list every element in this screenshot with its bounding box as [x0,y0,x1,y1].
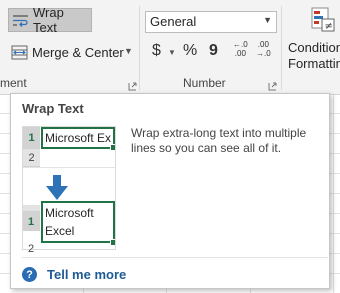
wrap-text-icon [12,13,29,28]
currency-dropdown-arrow[interactable]: ▼ [168,48,176,57]
tooltip-divider [22,257,328,258]
number-launcher-icon[interactable] [268,78,277,91]
currency-button[interactable]: $ [152,42,161,60]
tooltip-description: Wrap extra-long text into multiple lines… [131,126,307,155]
row-header: 2 [27,243,35,255]
fill-handle [110,144,115,151]
wrapped-line-1: Microsoft [45,206,94,220]
row-header: 2 [23,149,40,167]
row-header: 1 [27,216,35,228]
chevron-down-icon: ▼ [263,15,272,25]
increase-decimal-bottom: .00 [234,49,246,58]
tooltip-title: Wrap Text [22,101,84,116]
merge-center-label: Merge & Center [32,44,124,60]
alignment-launcher-icon[interactable] [128,78,137,91]
tell-me-more-link[interactable]: ? Tell me more [22,267,126,282]
cell-after-wrap: Microsoft Excel [41,201,115,243]
number-format-value: General [150,14,197,29]
alignment-group-label: ment [0,76,27,90]
increase-decimal-top: ←.0 [233,40,248,49]
conditional-formatting-icon[interactable]: ≠ [310,6,336,34]
group-separator [281,6,282,90]
wrap-text-label: Wrap Text [33,5,64,35]
percent-button[interactable]: % [183,42,197,60]
wrap-text-illustration: 1 2 Microsoft Ex Microsoft Excel [22,126,116,250]
conditional-formatting-label-2[interactable]: Formattin [288,56,340,71]
merge-center-button[interactable]: Merge & Center [8,40,124,64]
number-group-label: Number [183,76,226,90]
grid-line [333,95,334,293]
wrap-text-tooltip: Wrap Text 1 2 Microsoft Ex Microsoft Exc… [10,93,330,289]
merge-center-icon [11,45,28,60]
group-separator [139,6,140,90]
cell-before-wrap: Microsoft Ex [41,127,115,149]
increase-decimal-button[interactable]: ←.0 .00 [233,40,248,58]
tell-me-more-label: Tell me more [47,267,127,282]
decrease-decimal-button[interactable]: .00 →.0 [256,40,271,58]
fill-handle [110,239,115,246]
ribbon: Wrap Text Merge & Center ▼ ment General … [0,0,340,95]
row-header: 1 [23,127,40,149]
conditional-formatting-label-1[interactable]: Condition [288,40,340,55]
decrease-decimal-top: .00 [257,40,269,49]
illustration-grid-line [23,167,115,168]
wrap-text-button[interactable]: Wrap Text [8,5,92,35]
svg-text:≠: ≠ [325,21,333,32]
wrapped-line-2: Excel [45,224,75,238]
comma-style-button[interactable]: 9 [209,42,218,60]
down-arrow-icon [46,175,68,200]
merge-dropdown-arrow[interactable]: ▼ [124,46,133,56]
help-icon: ? [22,267,37,282]
decrease-decimal-bottom: →.0 [256,49,271,58]
number-format-select[interactable]: General ▼ [145,11,277,33]
